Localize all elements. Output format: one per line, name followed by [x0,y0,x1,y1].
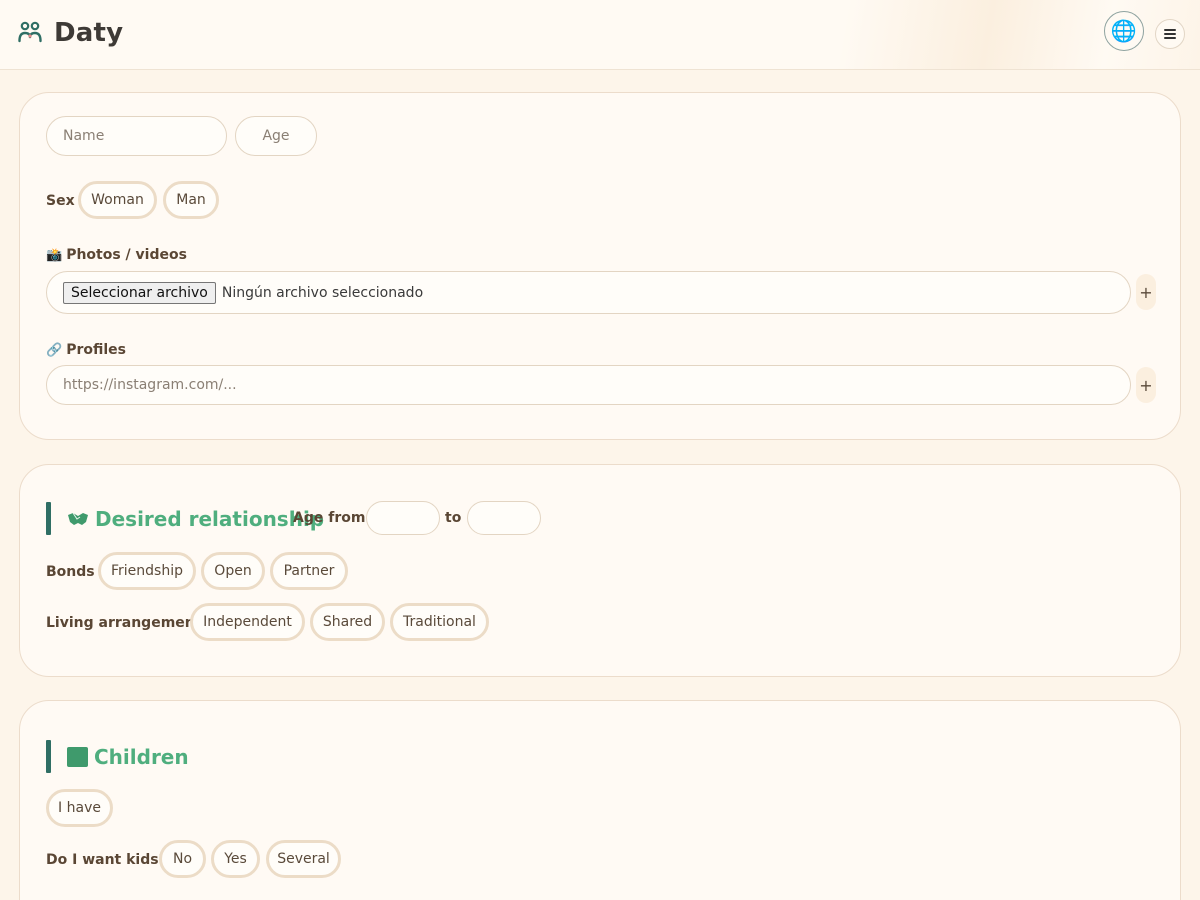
hamburger-icon [1164,29,1176,31]
photos-heading: 📸 Photos / videos [46,247,187,263]
relationship-card: Desired relationship Age from to Bonds F… [19,464,1181,677]
have-kids-chip[interactable]: I have [46,789,113,827]
living-chip-shared[interactable]: Shared [310,603,385,641]
bonds-label: Bonds [46,564,95,580]
bond-chip-partner[interactable]: Partner [270,552,348,590]
add-photo-button[interactable]: + [1136,274,1156,310]
plus-icon: + [1139,282,1153,302]
sex-chip-man[interactable]: Man [163,181,219,219]
profiles-heading: 🔗 Profiles [46,342,126,358]
want-kids-label: Do I want kids? [46,852,167,868]
living-chip-independent[interactable]: Independent [190,603,305,641]
want-chip-no[interactable]: No [159,840,206,878]
photos-label: Photos / videos [66,247,187,263]
age-input[interactable] [235,116,317,156]
file-input[interactable]: Seleccionar archivo Ningún archivo selec… [46,271,1131,314]
profile-url-input[interactable] [46,365,1131,405]
camera-icon: 📸 [46,247,63,263]
age-to-input[interactable] [467,501,541,535]
globe-icon: 🌐 [1110,18,1138,43]
relationship-title: Desired relationship [95,506,325,531]
baby-icon [67,746,88,767]
profile-card: Sex Woman Man 📸 Photos / videos Seleccio… [19,92,1181,440]
sex-chip-woman[interactable]: Woman [78,181,157,219]
bond-chip-open[interactable]: Open [201,552,265,590]
top-bar: Daty 🌐 [0,0,1200,70]
age-from-input[interactable] [366,501,440,535]
children-title: Children [94,744,189,769]
choose-file-button[interactable]: Seleccionar archivo [63,281,216,304]
language-button[interactable]: 🌐 [1104,11,1144,51]
people-logo-icon [18,21,42,43]
relationship-heading: Desired relationship [46,502,324,535]
living-chip-traditional[interactable]: Traditional [390,603,489,641]
want-chip-several[interactable]: Several [266,840,341,878]
age-to-label: to [445,510,462,526]
handshake-icon [68,512,88,525]
want-chip-yes[interactable]: Yes [211,840,260,878]
plus-icon: + [1139,375,1153,395]
name-input[interactable] [46,116,227,156]
link-icon: 🔗 [46,342,63,358]
children-heading: Children [46,740,189,773]
children-card: Children I have Do I want kids? No Yes S… [19,700,1181,900]
file-status: Ningún archivo seleccionado [221,284,424,301]
sex-label: Sex [46,193,75,209]
bond-chip-friendship[interactable]: Friendship [98,552,196,590]
living-label: Living arrangement [46,615,202,631]
brand[interactable]: Daty [16,18,123,48]
add-profile-button[interactable]: + [1136,367,1156,403]
app-name: Daty [54,18,124,48]
section-accent-bar [46,740,51,773]
menu-button[interactable] [1155,19,1185,49]
profiles-label: Profiles [66,342,126,358]
section-accent-bar [46,502,51,535]
age-from-label: Age from [293,510,366,526]
